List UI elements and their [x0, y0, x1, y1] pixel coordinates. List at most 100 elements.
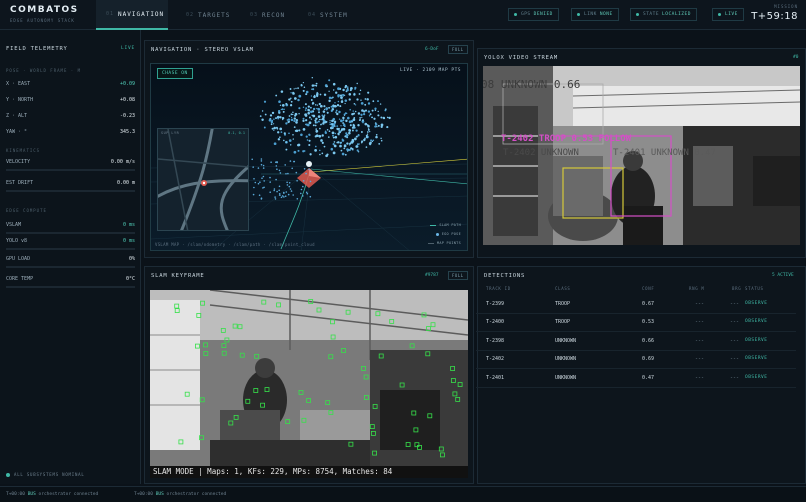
map-point	[302, 106, 305, 109]
map-point	[278, 169, 281, 172]
vslam-viewport[interactable]: CHASE ON LIVE · 2109 MAP PTS SUP LYR 0.1…	[150, 63, 468, 251]
map-point	[312, 107, 316, 111]
map-point	[284, 195, 287, 197]
legend-label: SLAM PATH	[439, 223, 461, 227]
map-point	[341, 152, 345, 156]
map-point	[342, 95, 344, 97]
tab-recon[interactable]: 03 RECON	[244, 0, 302, 30]
pose-value: +0.08	[119, 97, 135, 103]
temp-bar	[6, 286, 135, 288]
col-status[interactable]: STATUS	[745, 286, 764, 291]
map-point	[321, 134, 324, 137]
map-point	[295, 97, 297, 100]
map-point	[348, 93, 352, 96]
map-point	[309, 153, 312, 156]
map-point	[291, 167, 293, 170]
map-point	[366, 98, 369, 101]
map-point	[298, 129, 301, 132]
live-label: LIVE	[725, 12, 738, 17]
map-point	[336, 104, 340, 107]
map-point	[293, 160, 296, 163]
map-point	[332, 143, 335, 146]
map-point	[314, 145, 317, 148]
track-id: T-2402	[486, 356, 505, 362]
legend-line-icon	[430, 224, 437, 226]
dof-badge: 6-DoF	[425, 47, 439, 52]
table-row[interactable]: T-2400 TROOP 0.53 --- --- OBSERVE	[476, 314, 796, 332]
legend-label: EGO POSE	[441, 232, 461, 236]
map-point	[377, 124, 380, 127]
table-row[interactable]: T-2402 UNKNOWN 0.69 --- --- OBSERVE	[476, 351, 796, 369]
map-point	[302, 150, 305, 153]
map-point	[310, 107, 312, 109]
map-point	[275, 178, 277, 181]
col-track-id[interactable]: TRACK ID	[486, 286, 511, 291]
map-point	[331, 124, 335, 128]
map-point	[310, 110, 313, 114]
map-point	[305, 119, 308, 122]
subsystems-status: ALL SUBSYSTEMS NOMINAL	[6, 472, 85, 477]
status-dot-icon	[718, 13, 721, 16]
map-point	[326, 129, 329, 131]
map-point	[337, 141, 340, 144]
brand-subtitle: EDGE AUTONOMY STACK	[10, 18, 75, 23]
table-row[interactable]: T-2398 UNKNOWN 0.66 --- --- OBSERVE	[476, 333, 796, 351]
map-point	[366, 131, 369, 133]
tab-navigation[interactable]: 01 NAVIGATION	[96, 0, 168, 30]
map-point	[309, 180, 312, 183]
col-class[interactable]: CLASS	[555, 286, 571, 291]
map-point	[336, 125, 339, 127]
table-row[interactable]: T-2399 TROOP 0.67 --- --- OBSERVE	[476, 296, 796, 314]
yolo-video-feed[interactable]: 08 UNKNOWN 0.66 T-2402 TROOP 0.53 FOLLOW…	[483, 66, 800, 245]
state-label: STATE	[643, 12, 660, 17]
drift-bar	[6, 190, 135, 192]
link-value: NONE	[599, 12, 613, 17]
map-point	[287, 118, 291, 121]
chase-toggle[interactable]: CHASE ON	[157, 68, 193, 79]
map-point	[286, 184, 289, 186]
map-point	[354, 88, 356, 90]
map-point	[314, 124, 317, 127]
map-point	[298, 107, 301, 110]
map-point	[375, 135, 378, 139]
map-point	[285, 141, 288, 143]
map-point	[293, 117, 296, 120]
map-point	[332, 89, 335, 91]
map-point	[352, 124, 356, 127]
gps-value: DENIED	[533, 12, 553, 17]
map-point	[338, 110, 341, 114]
col-bearing[interactable]: BRG	[732, 286, 741, 291]
map-point	[365, 146, 368, 148]
map-point	[314, 149, 317, 152]
map-point	[262, 167, 265, 169]
edge-row-gpu: GPU LOAD 0%	[6, 256, 135, 262]
map-point	[321, 114, 324, 117]
keyframe-feed[interactable]: SLAM MODE | Maps: 1, KFs: 229, MPs: 8754…	[150, 290, 468, 478]
map-point	[346, 142, 349, 145]
map-point	[281, 104, 285, 107]
track-status: OBSERVE	[745, 375, 768, 380]
map-point	[273, 123, 275, 125]
col-conf[interactable]: CONF	[642, 286, 654, 291]
tab-system[interactable]: 04 SYSTEM	[302, 0, 364, 30]
map-point	[310, 99, 313, 101]
map-point	[297, 87, 299, 89]
map-point	[343, 123, 346, 126]
keyframe-full-button[interactable]: FULL	[448, 271, 468, 280]
map-point	[331, 119, 333, 122]
pose-value: -0.23	[119, 113, 135, 119]
map-point	[328, 106, 331, 109]
log-tag: BUS	[27, 492, 36, 497]
detections-title: DETECTIONS	[484, 273, 526, 279]
map-point	[290, 92, 292, 94]
nav-full-button[interactable]: FULL	[448, 45, 468, 54]
map-point	[334, 102, 336, 104]
map-point	[302, 185, 304, 188]
table-row[interactable]: T-2401 UNKNOWN 0.47 --- --- OBSERVE	[476, 370, 796, 388]
map-point	[319, 127, 321, 130]
map-point	[295, 87, 297, 90]
col-range[interactable]: RNG M	[689, 286, 705, 291]
minimap[interactable]: SUP LYR 0.1, 0.1	[157, 128, 249, 231]
map-point	[325, 108, 328, 111]
tab-targets[interactable]: 02 TARGETS	[178, 0, 240, 30]
